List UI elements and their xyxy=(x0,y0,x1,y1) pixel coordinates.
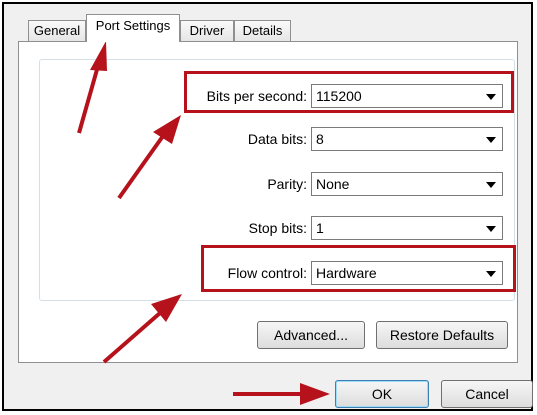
arrow-to-port-settings-tab xyxy=(77,41,107,134)
annotation-arrows xyxy=(77,41,330,405)
tab-port-settings[interactable]: Port Settings xyxy=(86,14,180,42)
arrow-to-flow-control xyxy=(102,294,182,364)
arrow-to-bits-per-second xyxy=(117,115,181,200)
arrow-to-ok-button xyxy=(233,383,330,405)
